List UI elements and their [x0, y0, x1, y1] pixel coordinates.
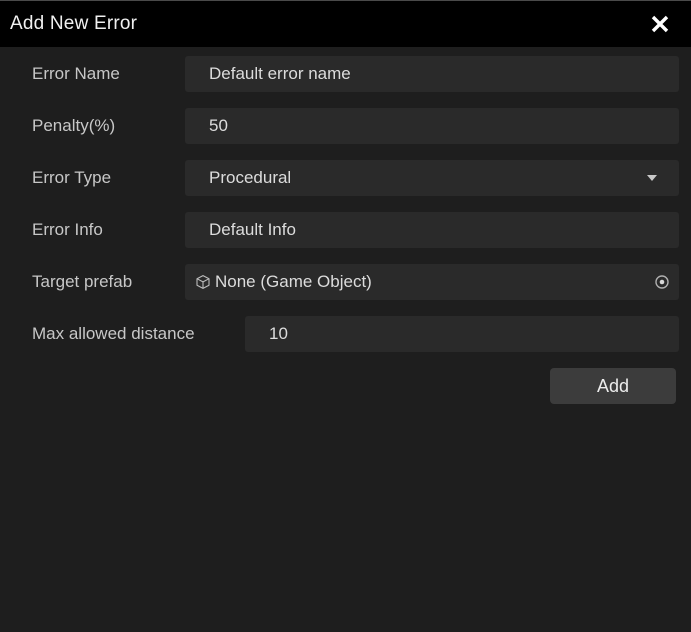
error-name-value: Default error name: [209, 64, 351, 83]
label-target-prefab: Target prefab: [32, 272, 133, 291]
label-error-type: Error Type: [32, 168, 112, 187]
error-info-value: Default Info: [209, 220, 296, 239]
error-type-dropdown[interactable]: Procedural: [185, 160, 679, 196]
add-new-error-dialog: Add New Error Error Name Default error n…: [0, 0, 691, 632]
error-name-input[interactable]: Default error name: [185, 56, 679, 92]
dialog-titlebar: Add New Error: [0, 1, 691, 47]
chevron-down-icon: [647, 175, 657, 181]
cube-icon: [196, 275, 210, 289]
error-info-input[interactable]: Default Info: [185, 212, 679, 248]
dialog-actions: Add: [0, 368, 691, 404]
form-row-target-prefab: Target prefab None (Game Object): [0, 264, 691, 300]
target-prefab-field[interactable]: None (Game Object): [185, 264, 679, 300]
form-row-error-name: Error Name Default error name: [0, 56, 691, 92]
penalty-input[interactable]: 50: [185, 108, 679, 144]
error-type-value: Procedural: [209, 168, 292, 187]
label-error-info: Error Info: [32, 220, 103, 239]
form-row-penalty: Penalty(%) 50: [0, 108, 691, 144]
form-row-max-allowed-distance: Max allowed distance 10: [0, 316, 691, 352]
form-row-error-type: Error Type Procedural: [0, 160, 691, 196]
error-form: Error Name Default error name Penalty(%)…: [0, 47, 691, 404]
penalty-value: 50: [209, 116, 228, 135]
max-allowed-distance-value: 10: [269, 324, 288, 343]
close-icon[interactable]: [647, 11, 673, 37]
label-error-name: Error Name: [32, 64, 120, 83]
form-row-error-info: Error Info Default Info: [0, 212, 691, 248]
dialog-title: Add New Error: [10, 13, 138, 34]
label-penalty: Penalty(%): [32, 116, 116, 135]
label-max-allowed-distance: Max allowed distance: [32, 324, 195, 343]
max-allowed-distance-input[interactable]: 10: [245, 316, 679, 352]
target-prefab-value: None (Game Object): [215, 272, 372, 291]
add-button[interactable]: Add: [550, 368, 676, 404]
object-picker-icon[interactable]: [653, 273, 671, 291]
